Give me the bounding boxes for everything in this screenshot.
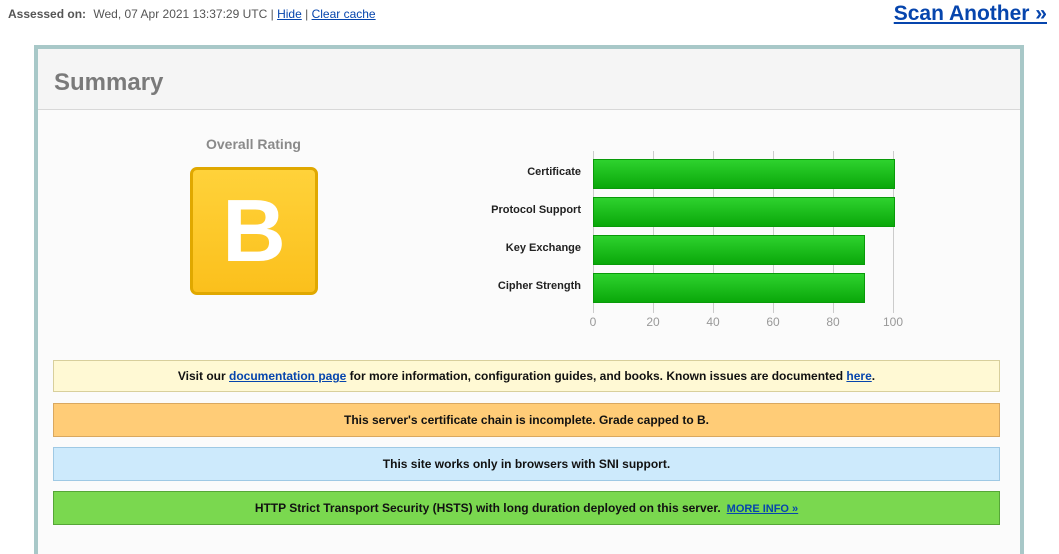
chart-tick-label: 40 <box>706 315 720 329</box>
info-text-pre: Visit our <box>177 369 229 383</box>
chart-category-label: Protocol Support <box>491 204 581 216</box>
chart-tick-label: 80 <box>826 315 840 329</box>
scan-another-link[interactable]: Scan Another » <box>894 2 1047 26</box>
chart-category-label: Cipher Strength <box>497 280 581 292</box>
chart-tick-label: 0 <box>589 315 597 329</box>
chart-tick-label: 20 <box>646 315 660 329</box>
assessed-date: Wed, 07 Apr 2021 13:37:29 UTC <box>93 7 268 21</box>
chart-bar <box>593 159 895 189</box>
info-text-post: . <box>871 369 876 383</box>
info-text-mid: for more information, configuration guid… <box>346 369 847 383</box>
chart-bar <box>593 273 865 303</box>
hsts-more-info-link[interactable]: MORE INFO » <box>727 503 799 515</box>
chart-category-label: Key Exchange <box>505 242 581 254</box>
documentation-link[interactable]: documentation page <box>229 369 346 383</box>
separator: | <box>270 7 274 21</box>
summary-header <box>38 49 1020 110</box>
known-issues-link[interactable]: here <box>846 369 871 383</box>
hsts-notice: HTTP Strict Transport Security (HSTS) wi… <box>53 491 1000 525</box>
grade-badge: B <box>190 167 318 295</box>
summary-title: Summary <box>54 69 164 96</box>
sni-notice: This site works only in browsers with SN… <box>53 447 1000 481</box>
hsts-text: HTTP Strict Transport Security (HSTS) wi… <box>254 501 721 515</box>
hide-link[interactable]: Hide <box>277 7 302 21</box>
clear-cache-link[interactable]: Clear cache <box>312 7 376 21</box>
certificate-chain-warning: This server's certificate chain is incom… <box>53 403 1000 437</box>
chart-bar <box>593 235 865 265</box>
chart-category-label: Certificate <box>527 166 581 178</box>
assessed-label: Assessed on: <box>8 7 87 21</box>
overall-rating-label: Overall Rating <box>206 136 301 152</box>
chart-tick-label: 60 <box>766 315 780 329</box>
chart-bar <box>593 197 895 227</box>
assessment-info: Assessed on: Wed, 07 Apr 2021 13:37:29 U… <box>8 7 376 21</box>
chart-tick-label: 100 <box>882 315 904 329</box>
summary-panel: Summary Overall Rating B 0 20 40 60 80 100 Cer… <box>34 45 1024 554</box>
documentation-notice: Visit our documentation page for more in… <box>53 360 1000 392</box>
separator: | <box>305 7 309 21</box>
